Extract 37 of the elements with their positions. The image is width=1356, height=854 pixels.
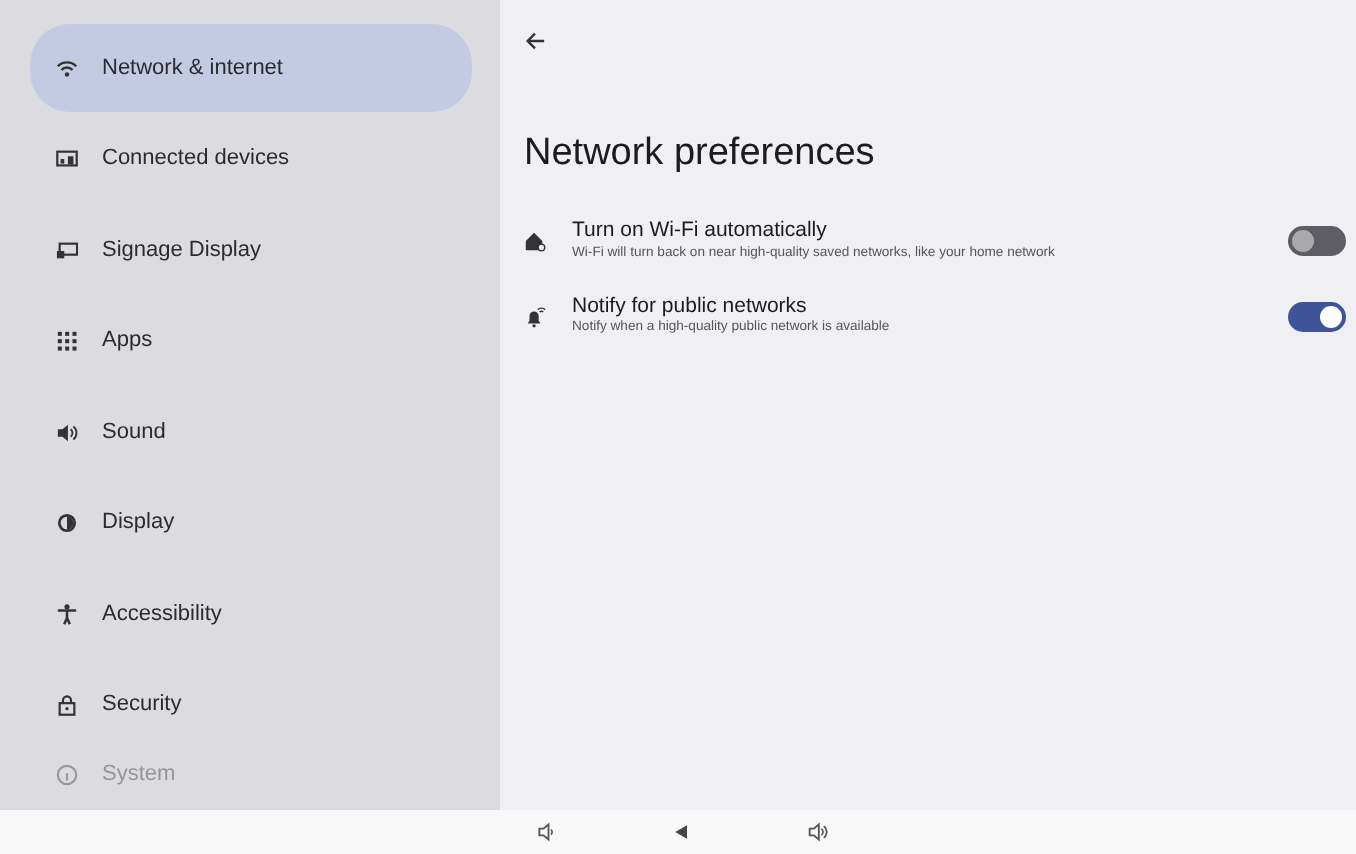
toggle-switch[interactable] [1288,301,1346,332]
sidebar-item[interactable]: Connected devices [30,115,472,203]
devices-icon [56,148,78,170]
screen-icon [56,239,78,261]
sidebar-item[interactable]: Apps [30,297,472,385]
sidebar-item-label: Connected devices [102,144,290,175]
apps-grid-icon [56,330,78,352]
sidebar-item-label: Display [102,508,175,539]
back-arrow-icon[interactable] [524,29,546,52]
sidebar-item-label: System [102,759,176,790]
sidebar-item-label: Security [102,690,182,721]
page-title: Network preferences [524,129,877,177]
sidebar-item[interactable]: Display [30,479,472,567]
sidebar-item[interactable]: Security [30,661,472,749]
toggle-switch[interactable] [1288,225,1346,256]
brightness-icon [56,512,78,534]
sidebar-item[interactable]: Sound [30,388,472,476]
sidebar-item[interactable]: Signage Display [30,206,472,294]
speaker-icon [56,421,78,443]
setting-title: Notify for public networks [572,293,809,319]
sidebar-item-label: Accessibility [102,599,222,630]
sidebar-item[interactable]: Accessibility [30,570,472,658]
info-icon [56,763,78,785]
back-icon[interactable] [672,822,692,842]
sidebar-item[interactable]: Network & internet [30,24,472,112]
setting-title: Turn on Wi-Fi automatically [572,218,829,244]
sidebar-item-label: Apps [102,326,153,357]
lock-icon [56,694,78,716]
volume-down-icon[interactable] [536,822,556,842]
sidebar-item-label: Sound [102,417,166,448]
accessibility-icon [56,603,78,625]
house-icon [524,229,546,252]
bell-icon [524,305,546,328]
sidebar-item-label: Network & internet [102,53,283,84]
wifi-icon [56,57,78,79]
volume-up-icon[interactable] [808,822,828,842]
sidebar-item-label: Signage Display [102,235,261,266]
